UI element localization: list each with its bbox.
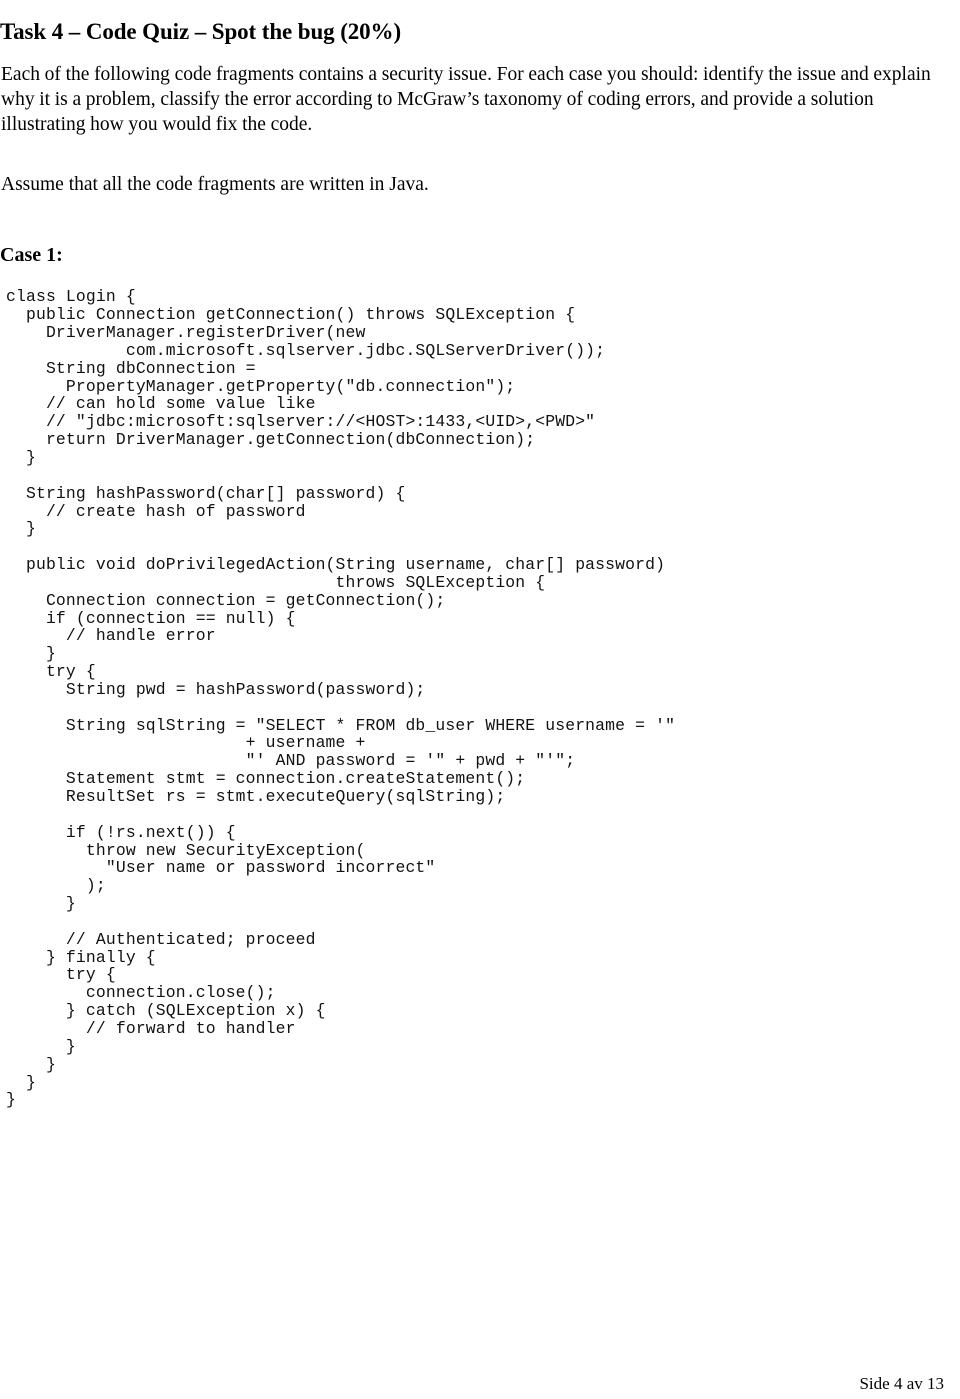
intro-paragraph: Each of the following code fragments con… (1, 63, 931, 135)
code-line: } (6, 447, 36, 467)
code-line: } (6, 894, 76, 914)
code-line: } (6, 1054, 56, 1074)
code-line: // "jdbc:microsoft:sqlserver://<HOST>:14… (6, 412, 596, 432)
code-line: throws SQLException { (6, 572, 546, 592)
code-line: } (6, 1072, 36, 1092)
code-line: // forward to handler (6, 1018, 296, 1038)
code-line: } catch (SQLException x) { (6, 1001, 326, 1021)
code-line: String dbConnection = (6, 358, 256, 378)
page-title: Task 4 – Code Quiz – Spot the bug (20%) (0, 19, 402, 45)
code-line: String sqlString = "SELECT * FROM db_use… (6, 715, 676, 735)
code-line: } finally { (6, 947, 156, 967)
code-line: } (6, 644, 56, 664)
code-line: connection.close(); (6, 983, 276, 1003)
code-line: if (!rs.next()) { (6, 822, 236, 842)
code-line: Connection connection = getConnection(); (6, 590, 446, 610)
case-1-label: Case 1: (0, 243, 63, 266)
code-line: class Login { (6, 287, 136, 307)
code-line: return DriverManager.getConnection(dbCon… (6, 430, 536, 450)
code-line: throw new SecurityException( (6, 840, 366, 860)
code-line: if (connection == null) { (6, 608, 296, 628)
page-footer: Side 4 av 13 (859, 1374, 944, 1393)
code-line: Statement stmt = connection.createStatem… (6, 769, 526, 789)
code-line: + username + (6, 733, 366, 753)
code-line: String hashPassword(char[] password) { (6, 483, 406, 503)
code-line: } (6, 519, 36, 539)
code-line: try { (6, 662, 96, 682)
code-line: com.microsoft.sqlserver.jdbc.SQLServerDr… (6, 340, 606, 360)
code-line: // create hash of password (6, 501, 306, 521)
code-line: ResultSet rs = stmt.executeQuery(sqlStri… (6, 787, 506, 807)
code-listing-case-1: class Login { public Connection getConne… (6, 288, 936, 1109)
code-line: // can hold some value like (6, 394, 316, 414)
code-line: "User name or password incorrect" (6, 858, 436, 878)
code-line: ); (6, 876, 106, 896)
code-line: // handle error (6, 626, 216, 646)
code-line: } (6, 1036, 76, 1056)
code-line: DriverManager.registerDriver(new (6, 323, 366, 343)
assume-java-note: Assume that all the code fragments are w… (1, 173, 429, 195)
code-line: public void doPrivilegedAction(String us… (6, 555, 666, 575)
code-line: String pwd = hashPassword(password); (6, 679, 426, 699)
code-line: try { (6, 965, 116, 985)
document-page: Task 4 – Code Quiz – Spot the bug (20%) … (0, 0, 960, 1399)
code-line: PropertyManager.getProperty("db.connecti… (6, 376, 516, 396)
code-line: public Connection getConnection() throws… (6, 305, 576, 325)
code-line: // Authenticated; proceed (6, 929, 316, 949)
code-line: } (6, 1090, 16, 1110)
code-line: "' AND password = '" + pwd + "'"; (6, 751, 576, 771)
